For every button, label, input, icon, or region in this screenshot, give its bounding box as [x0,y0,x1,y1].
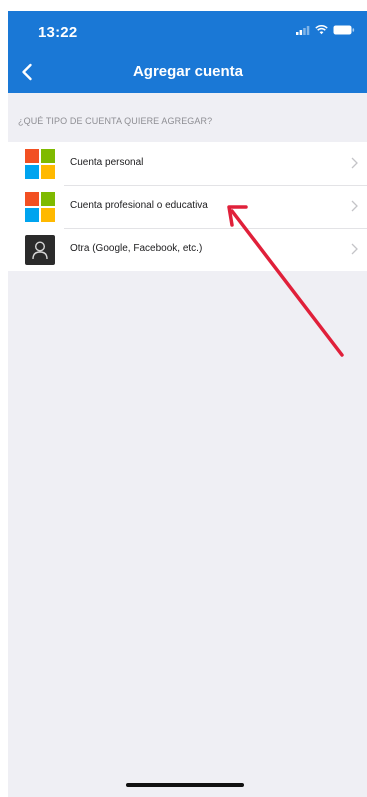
section-header: ¿QUÉ TIPO DE CUENTA QUIERE AGREGAR? [18,116,213,126]
app-header: 13:22 Agregar cuenta [8,11,367,93]
battery-icon [333,25,355,35]
account-option-label: Cuenta personal [70,157,144,168]
chevron-right-icon [351,200,358,212]
status-icons [296,25,355,35]
account-option-label: Cuenta profesional o educativa [70,200,208,211]
cellular-signal-icon [296,25,310,35]
wifi-icon [315,25,328,35]
account-option-personal[interactable]: Cuenta personal [8,142,367,185]
chevron-right-icon [351,243,358,255]
microsoft-logo-icon [25,149,55,179]
status-time: 13:22 [38,24,78,41]
account-option-label: Otra (Google, Facebook, etc.) [70,243,203,254]
chevron-right-icon [351,157,358,169]
account-type-list: Cuenta personal Cuenta profesional o edu… [8,142,367,271]
page-title: Agregar cuenta [132,63,244,80]
account-option-work-school[interactable]: Cuenta profesional o educativa [8,185,367,228]
user-icon [25,235,55,265]
home-indicator [126,783,244,787]
account-option-other[interactable]: Otra (Google, Facebook, etc.) [8,228,367,271]
phone-screen: 13:22 Agregar cuenta ¿QUÉ TIPO DE CUENTA… [8,11,367,797]
microsoft-logo-icon [25,192,55,222]
